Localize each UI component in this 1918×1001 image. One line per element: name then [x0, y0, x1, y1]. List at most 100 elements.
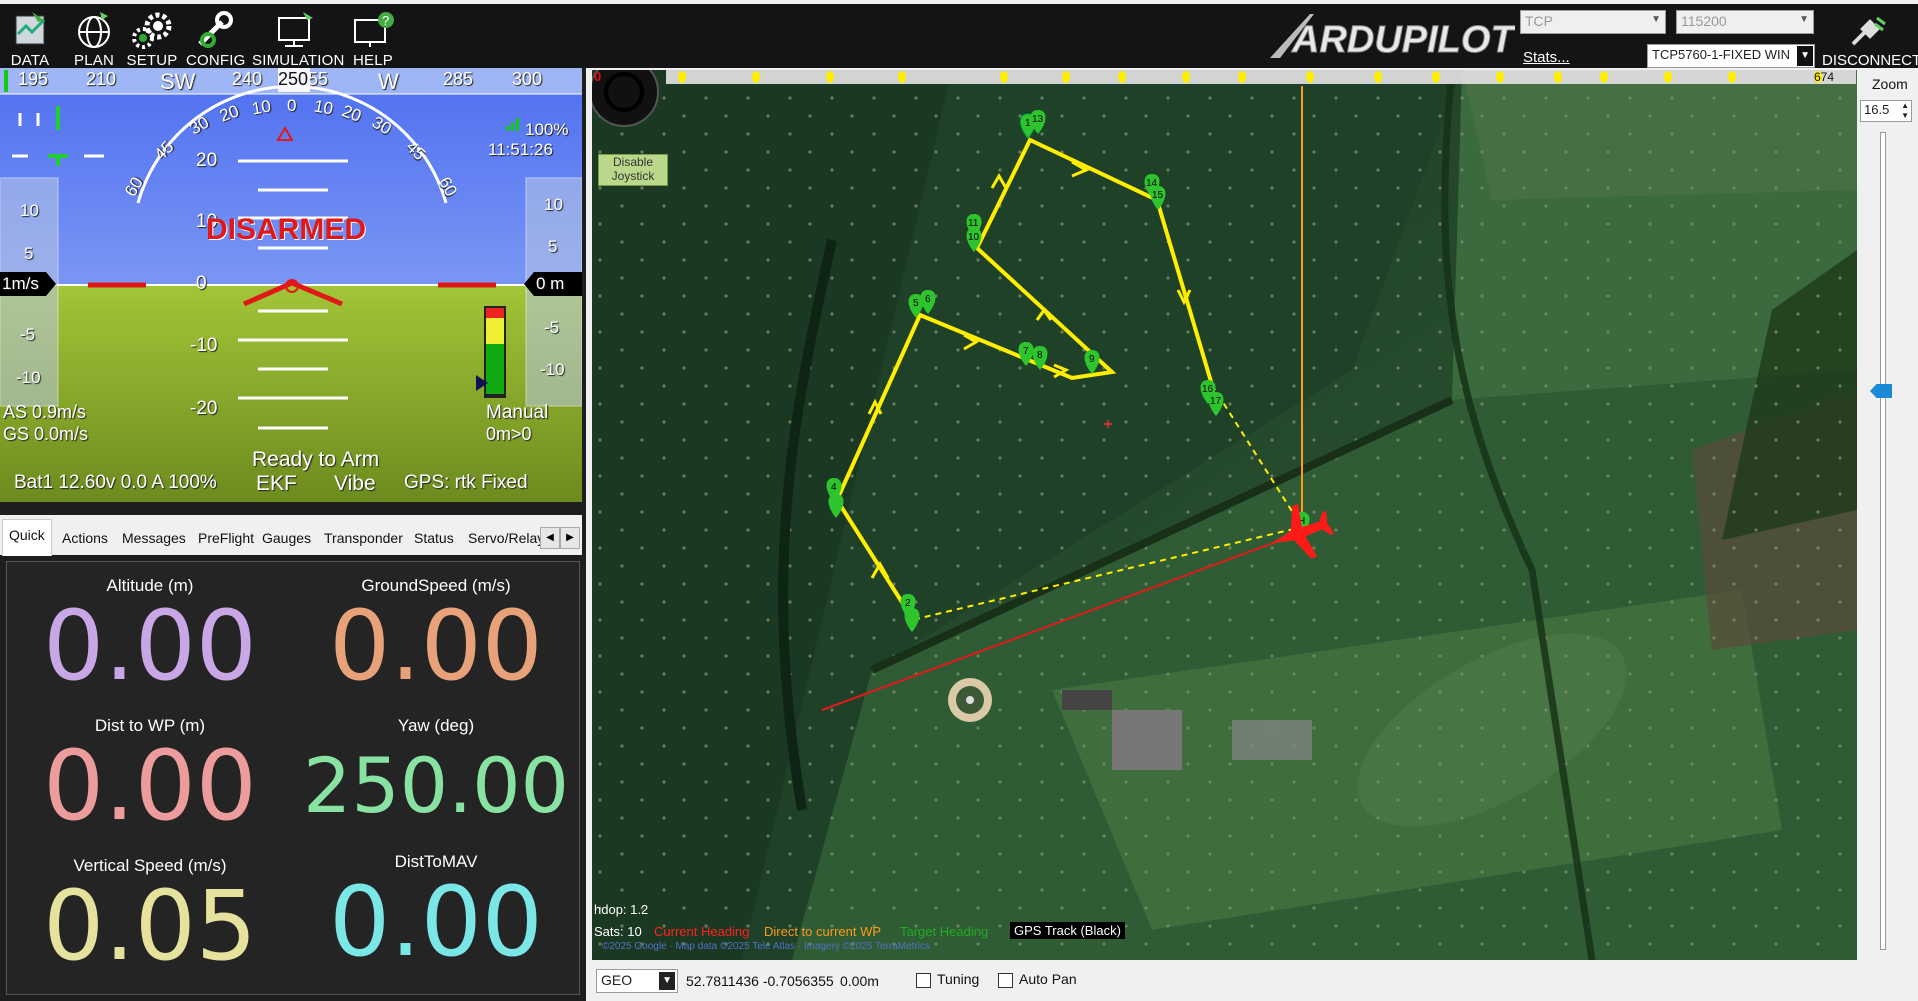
zoom-input[interactable]: 16.5 ▲ ▼	[1860, 100, 1912, 122]
connection-type-select[interactable]: TCP ▼	[1520, 10, 1666, 34]
svg-text:4: 4	[831, 482, 837, 493]
tuning-checkbox[interactable]: Tuning	[916, 971, 979, 988]
pitch-mark: -10	[190, 335, 218, 356]
gps-status: GPS: rtk Fixed	[404, 472, 528, 493]
tab-scroll-right-icon[interactable]: ▶	[560, 527, 580, 549]
heading-tick: 195	[18, 69, 49, 89]
tab-actions[interactable]: Actions	[56, 523, 114, 553]
zoom-label: Zoom	[1872, 76, 1908, 92]
quick-groundspeed[interactable]: GroundSpeed (m/s) 0.00	[293, 576, 579, 696]
quick-value: 0.00	[329, 590, 543, 702]
groundspeed: GS 0.0m/s	[3, 424, 89, 444]
chevron-down-icon: ▼	[1797, 46, 1813, 66]
hud-panel: 195 210 SW 240 250 55 W 285 300 60 45 30…	[0, 68, 582, 502]
satellite-map[interactable]: 1 13 14 15 11 10 5 6 7 8 9 16 17 4 2 H 0…	[592, 70, 1857, 960]
monitor-icon	[278, 12, 313, 47]
hud-time: 11:51:26	[488, 140, 553, 159]
legend-gps-track: GPS Track (Black)	[1010, 922, 1125, 939]
tab-preflight[interactable]: PreFlight	[192, 523, 260, 553]
svg-text:11: 11	[968, 218, 979, 229]
airspeed: AS 0.9m/s	[3, 402, 87, 422]
svg-text:10: 10	[968, 232, 980, 243]
legend-current-heading: Current Heading	[654, 924, 750, 939]
config-button[interactable]: CONFIG	[186, 8, 246, 69]
disable-joystick-button[interactable]: Disable Joystick	[598, 154, 668, 186]
speed-tape-mark: -10	[16, 368, 41, 387]
plan-button[interactable]: PLAN	[70, 8, 118, 69]
tab-status[interactable]: Status	[408, 523, 460, 553]
main-toolbar: DATA PLAN SETUP CONFIG SIMULATION ? HELP…	[0, 4, 1918, 69]
help-button[interactable]: ? HELP	[348, 8, 398, 69]
checkbox-box[interactable]	[916, 972, 931, 988]
heading-tick: SW	[160, 69, 196, 94]
chevron-down-icon: ▼	[1651, 14, 1661, 25]
heading-tick: 55	[308, 69, 329, 89]
quick-dist-to-wp[interactable]: Dist to WP (m) 0.00	[7, 716, 293, 836]
svg-text:7: 7	[1023, 346, 1029, 357]
disconnect-button[interactable]: DISCONNECT	[1822, 14, 1918, 69]
svg-text:17: 17	[1210, 396, 1222, 407]
quick-dist-to-mav[interactable]: DistToMAV 0.00	[293, 852, 579, 972]
quick-yaw[interactable]: Yaw (deg) 250.00	[293, 716, 579, 836]
svg-text:2: 2	[905, 598, 911, 609]
coord-system-value: GEO	[601, 972, 633, 988]
alt-tape-mark: 10	[544, 195, 563, 214]
plan-button-label: PLAN	[74, 52, 114, 69]
setup-button-label: SETUP	[126, 52, 178, 69]
vibe-status[interactable]: Vibe	[334, 472, 376, 496]
timeline-end: 674	[1814, 70, 1835, 84]
alt-tape-mark: -5	[544, 318, 560, 337]
chevron-down-icon: ▼	[659, 972, 675, 990]
baud-select[interactable]: 115200 ▼	[1676, 10, 1814, 34]
alt-tape-mark: -10	[540, 360, 565, 379]
config-button-label: CONFIG	[186, 52, 246, 69]
vehicle-value: TCP5760-1-FIXED WIN	[1652, 47, 1790, 62]
baud-value: 115200	[1681, 13, 1727, 29]
pitch-mark: -20	[190, 398, 218, 419]
quick-value: 0.05	[43, 870, 257, 982]
quick-altitude[interactable]: Altitude (m) 0.00	[7, 576, 293, 696]
zoom-slider-thumb[interactable]	[1870, 384, 1892, 398]
vehicle-select[interactable]: TCP5760-1-FIXED WIN ▼	[1647, 44, 1815, 68]
legend-direct-wp: Direct to current WP	[764, 924, 882, 939]
ekf-status[interactable]: EKF	[256, 472, 297, 496]
svg-text:6: 6	[925, 294, 931, 305]
link-quality: 100%	[525, 120, 569, 139]
pitch-mark: 0	[196, 273, 207, 294]
svg-text:1: 1	[1025, 118, 1031, 129]
data-button[interactable]: DATA	[6, 8, 54, 69]
autopan-checkbox[interactable]: Auto Pan	[998, 971, 1077, 988]
help-monitor-icon: ?	[354, 12, 394, 47]
tab-gauges[interactable]: Gauges	[256, 523, 317, 553]
speed-tape-mark: 10	[20, 201, 39, 220]
zoom-slider-track[interactable]	[1880, 132, 1886, 950]
quick-vertical-speed[interactable]: Vertical Speed (m/s) 0.05	[7, 856, 293, 976]
speed-box: 1m/s	[2, 274, 39, 293]
cursor-altitude: 0.00m	[840, 973, 879, 989]
quick-value: 0.00	[43, 590, 257, 702]
setup-button[interactable]: SETUP	[126, 8, 178, 69]
quick-value: 0.00	[329, 866, 543, 978]
disconnect-label: DISCONNECT	[1822, 52, 1918, 69]
spinner-icon[interactable]: ▲ ▼	[1901, 101, 1909, 121]
tab-servo-relay[interactable]: Servo/Relay	[462, 523, 550, 553]
tab-scroll-left-icon[interactable]: ◀	[540, 527, 560, 549]
alt-tape-mark: 5	[548, 237, 558, 256]
simulation-button[interactable]: SIMULATION	[252, 8, 344, 69]
svg-text:15: 15	[1152, 190, 1164, 201]
stats-link[interactable]: Stats...	[1523, 49, 1570, 66]
checkbox-box[interactable]	[998, 972, 1013, 988]
pitch-mark: 20	[196, 150, 218, 171]
quick-value: 250.00	[303, 741, 569, 830]
tab-messages[interactable]: Messages	[116, 523, 192, 553]
tab-transponder[interactable]: Transponder	[318, 523, 409, 553]
tab-quick[interactable]: Quick	[2, 519, 52, 556]
speed-tape-mark: 5	[24, 244, 34, 263]
zoom-panel: Zoom 16.5 ▲ ▼	[1858, 70, 1918, 960]
map-attribution: ©2025 Google · Map data ©2025 Tele Atlas…	[602, 941, 931, 952]
map-canvas: 1 13 14 15 11 10 5 6 7 8 9 16 17 4 2 H	[592, 70, 1857, 960]
svg-text:9: 9	[1089, 354, 1095, 365]
data-icon	[15, 12, 46, 45]
coord-system-select[interactable]: GEO ▼	[596, 969, 678, 993]
tuning-label: Tuning	[937, 971, 980, 987]
